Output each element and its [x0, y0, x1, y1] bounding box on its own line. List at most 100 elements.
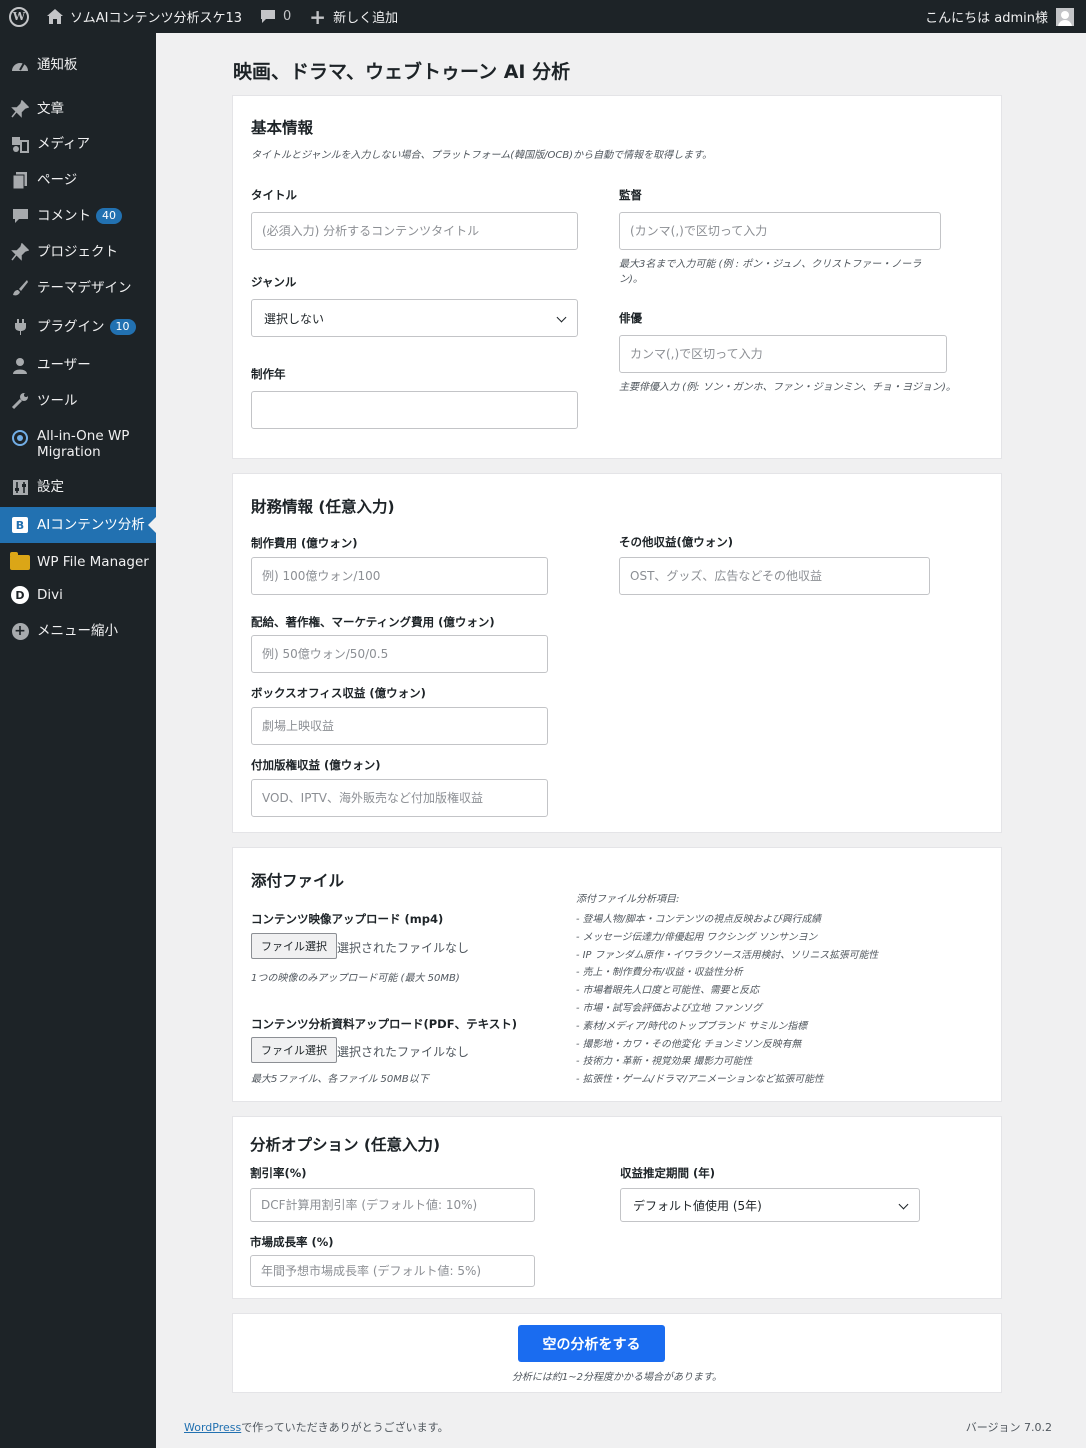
director-help: 最大3名まで入力可能 (例 : ポン・ジュノ、クリストファー・ノーラン)。: [619, 259, 922, 285]
greeting: こんにちは admin様: [925, 11, 1048, 26]
wordpress-link[interactable]: WordPress: [184, 1421, 241, 1434]
footer-version: バージョン 7.0.2: [965, 1421, 1052, 1434]
list-item: - 市場・試写会評価および立地 ファンソグ: [576, 1002, 763, 1014]
plus-icon: +: [309, 4, 327, 29]
sidebar-item-settings[interactable]: 設定: [0, 474, 156, 500]
analysis-options-title: 分析オプション (任意入力): [250, 1136, 441, 1154]
document-file-choose-button[interactable]: ファイル選択: [251, 1037, 337, 1063]
ancillary-revenue-label: 付加版権収益 (億ウォン): [251, 758, 381, 772]
list-item: - 技術力・革新・視覚効果 撮影力可能性: [576, 1056, 753, 1068]
collapse-icon: +: [10, 621, 30, 641]
divi-icon: D: [10, 585, 30, 605]
director-input[interactable]: [619, 212, 941, 250]
document-upload-label: コンテンツ分析資料アップロード(PDF、テキスト): [251, 1017, 517, 1031]
user-icon: [10, 355, 30, 375]
home-icon: [47, 9, 63, 24]
production-cost-label: 制作費用 (億ウォン): [251, 536, 358, 550]
other-revenue-input[interactable]: [619, 557, 930, 595]
sidebar-item-appearance[interactable]: テーマデザイン: [0, 275, 156, 301]
sidebar-item-ai-content-analysis[interactable]: B AIコンテンツ分析: [0, 507, 156, 543]
list-item: - 拡張性・ゲーム/ドラマ/アニメーションなど拡張可能性: [576, 1074, 824, 1086]
actor-label: 俳優: [619, 311, 642, 325]
box-office-label: ボックスオフィス収益 (億ウォン): [251, 686, 426, 700]
production-cost-input[interactable]: [251, 557, 548, 595]
sidebar-item-users[interactable]: ユーザー: [0, 352, 156, 378]
revenue-period-select[interactable]: デフォルト値使用 (5年): [620, 1188, 920, 1222]
basic-info-title: 基本情報: [251, 119, 314, 137]
revenue-period-selected-value: デフォルト値使用 (5年): [633, 1198, 762, 1213]
distribution-cost-label: 配給、著作権、マーケティング費用 (億ウォン): [251, 615, 495, 629]
sidebar-item-projects[interactable]: プロジェクト: [0, 239, 156, 265]
sidebar-item-dashboard[interactable]: 通知板: [0, 52, 156, 78]
sidebar-item-migration[interactable]: All-in-One WP Migration: [0, 428, 156, 464]
genre-label: ジャンル: [251, 275, 297, 289]
start-analysis-button[interactable]: 空の分析をする: [518, 1325, 665, 1362]
ancillary-revenue-input[interactable]: [251, 779, 548, 817]
list-item: - メッセージ伝達力/俳優起用 ワクシング ソンサンヨン: [576, 931, 818, 943]
folder-icon: [10, 551, 30, 572]
video-file-status: 選択されたファイルなし: [337, 941, 470, 955]
sidebar-item-tools[interactable]: ツール: [0, 388, 156, 414]
new-content-menu[interactable]: + 新しく追加: [300, 0, 407, 33]
wordpress-logo-icon: W: [9, 6, 29, 27]
sidebar-item-comments[interactable]: コメント 40: [0, 203, 156, 229]
pin-icon: [10, 242, 30, 262]
sidebar-item-plugins[interactable]: プラグイン 10: [0, 314, 156, 340]
site-name: ソムAIコンテンツ分析スケ13: [70, 11, 243, 26]
settings-icon: [10, 477, 30, 497]
discount-rate-input[interactable]: [250, 1188, 535, 1222]
actor-help: 主要俳優入力 (例: ソン・ガンホ、ファン・ジョンミン、チョ・ヨジョン)。: [619, 382, 956, 393]
title-input[interactable]: [251, 212, 578, 250]
media-icon: [10, 134, 30, 154]
sidebar-item-collapse-menu[interactable]: + メニュー縮小: [0, 618, 156, 644]
distribution-cost-input[interactable]: [251, 635, 548, 673]
analysis-items-title: 添付ファイル分析項目:: [576, 894, 680, 905]
other-revenue-label: その他収益(億ウォン): [619, 535, 734, 549]
comments-menu[interactable]: 0: [251, 0, 300, 33]
market-growth-label: 市場成長率 (%): [250, 1235, 334, 1249]
avatar: [1056, 7, 1074, 26]
admin-bar: W ソムAIコンテンツ分析スケ13 0 + 新しく追加 こんにちは admin様: [0, 0, 1086, 33]
analysis-items-list: - 登場人物/脚本・コンテンツの視点反映および興行成績 - メッセージ伝達力/俳…: [576, 911, 878, 1089]
migration-icon: [10, 428, 30, 448]
document-file-status: 選択されたファイルなし: [337, 1045, 470, 1059]
year-label: 制作年: [251, 367, 286, 381]
current-menu-arrow: [148, 517, 156, 533]
revenue-period-label: 収益推定期間 (年): [620, 1166, 716, 1180]
footer-credit-text: で作っていただきありがとうございます。: [241, 1421, 449, 1434]
actor-input[interactable]: [619, 335, 947, 373]
list-item: - 売上・制作費分布/収益・収益性分析: [576, 967, 743, 979]
box-office-input[interactable]: [251, 707, 548, 745]
discount-rate-label: 割引率(%): [250, 1166, 307, 1180]
submit-note: 分析には約1~2分程度かかる場合があります。: [511, 1372, 723, 1383]
page-title: 映画、ドラマ、ウェブトゥーン AI 分析: [233, 61, 571, 83]
wp-logo-menu[interactable]: W: [0, 0, 38, 33]
dashboard-icon: [10, 55, 30, 75]
list-item: - 撮影地・カワ・その他変化 チョンミソン反映有無: [576, 1038, 802, 1050]
sidebar-item-wp-file-manager[interactable]: WP File Manager: [0, 549, 156, 575]
wrench-icon: [10, 391, 30, 411]
genre-selected-value: 選択しない: [264, 311, 325, 326]
footer-credit: WordPressで作っていただきありがとうございます。: [184, 1419, 449, 1435]
sidebar-item-pages[interactable]: ページ: [0, 167, 156, 193]
market-growth-input[interactable]: [250, 1255, 535, 1287]
year-input[interactable]: [251, 391, 578, 429]
genre-select[interactable]: 選択しない: [251, 299, 578, 337]
director-label: 監督: [619, 188, 642, 202]
comment-icon: [10, 206, 30, 226]
brush-icon: [10, 278, 30, 298]
page-icon: [10, 170, 30, 190]
title-label: タイトル: [251, 188, 297, 202]
comments-count: 0: [283, 9, 292, 24]
my-account-menu[interactable]: こんにちは admin様: [925, 7, 1086, 26]
sidebar-item-posts[interactable]: 文章: [0, 96, 156, 122]
chevron-down-icon: [898, 1199, 909, 1210]
video-file-choose-button[interactable]: ファイル選択: [251, 933, 337, 959]
sidebar-item-divi[interactable]: D Divi: [0, 582, 156, 608]
list-item: - IP ファンダム原作・イワラクソース活用検討、ソリニス拡張可能性: [576, 949, 879, 961]
sidebar-item-media[interactable]: メディア: [0, 131, 156, 157]
attachments-title: 添付ファイル: [251, 872, 345, 890]
video-upload-label: コンテンツ映像アップロード (mp4): [251, 912, 444, 926]
list-item: - 素材/メディア/時代のトップブランド サミルン指標: [576, 1020, 808, 1032]
site-name-menu[interactable]: ソムAIコンテンツ分析スケ13: [38, 0, 251, 33]
